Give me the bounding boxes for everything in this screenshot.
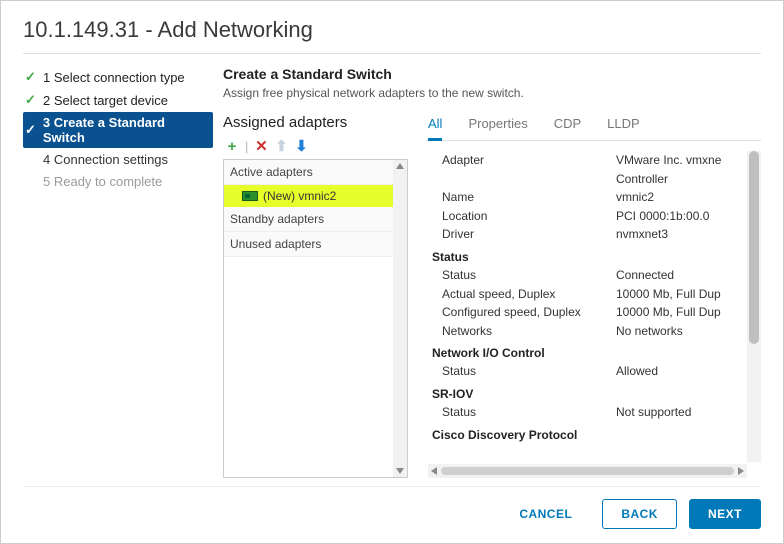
unused-adapters-header[interactable]: Unused adapters — [224, 232, 407, 257]
tab-properties[interactable]: Properties — [468, 114, 527, 140]
step-ready-to-complete: 5 Ready to complete — [23, 171, 213, 192]
details-vertical-scrollbar[interactable] — [747, 151, 761, 462]
check-icon: ✓ — [25, 122, 37, 138]
move-down-icon[interactable]: ⬇ — [292, 137, 310, 155]
step-create-standard-switch[interactable]: ✓3 Create a Standard Switch — [23, 112, 213, 148]
check-icon: ✓ — [25, 69, 37, 85]
panel-title: Create a Standard Switch — [223, 66, 761, 82]
active-adapters-header[interactable]: Active adapters — [224, 160, 407, 185]
next-button[interactable]: NEXT — [689, 499, 761, 529]
adapter-details-panel: All Properties CDP LLDP AdapterVMware In… — [426, 114, 761, 478]
wizard-steps: ✓1 Select connection type ✓2 Select targ… — [23, 66, 223, 478]
remove-icon[interactable]: ✕ — [252, 137, 270, 155]
section-nioc: Network I/O Control — [428, 340, 761, 362]
divider — [23, 53, 761, 54]
tab-cdp[interactable]: CDP — [554, 114, 581, 140]
adapters-listbox: Active adapters (New) vmnic2 Standby ada… — [223, 159, 408, 478]
tab-all[interactable]: All — [428, 114, 442, 141]
content-columns: Assigned adapters + | ✕ ⬆ ⬇ Active adapt… — [223, 114, 761, 478]
nic-icon — [242, 191, 258, 201]
section-cdp: Cisco Discovery Protocol — [428, 422, 761, 444]
details-tabs: All Properties CDP LLDP — [426, 114, 761, 141]
cancel-button[interactable]: CANCEL — [501, 500, 590, 528]
step-select-connection-type[interactable]: ✓1 Select connection type — [23, 66, 213, 88]
tab-lldp[interactable]: LLDP — [607, 114, 640, 140]
assigned-adapters-panel: Assigned adapters + | ✕ ⬆ ⬇ Active adapt… — [223, 114, 408, 478]
vertical-scrollbar[interactable] — [393, 160, 407, 477]
step-select-target-device[interactable]: ✓2 Select target device — [23, 89, 213, 111]
adapter-toolbar: + | ✕ ⬆ ⬇ — [223, 137, 408, 155]
standby-adapters-header[interactable]: Standby adapters — [224, 207, 407, 232]
back-button[interactable]: BACK — [602, 499, 677, 529]
assigned-adapters-title: Assigned adapters — [223, 114, 408, 131]
dialog-footer: CANCEL BACK NEXT — [23, 486, 761, 529]
move-up-icon: ⬆ — [272, 137, 290, 155]
details-horizontal-scrollbar[interactable] — [428, 464, 747, 478]
add-networking-dialog: 10.1.149.31 - Add Networking ✓1 Select c… — [0, 0, 784, 544]
dialog-title: 10.1.149.31 - Add Networking — [23, 17, 761, 43]
panel-description: Assign free physical network adapters to… — [223, 86, 761, 100]
details-content: AdapterVMware Inc. vmxne Controller Name… — [426, 141, 761, 478]
section-sriov: SR-IOV — [428, 381, 761, 403]
dialog-body: ✓1 Select connection type ✓2 Select targ… — [23, 66, 761, 478]
main-panel: Create a Standard Switch Assign free phy… — [223, 66, 761, 478]
add-icon[interactable]: + — [223, 137, 241, 155]
section-status: Status — [428, 244, 761, 266]
check-icon: ✓ — [25, 92, 37, 108]
adapter-row-vmnic2[interactable]: (New) vmnic2 — [224, 185, 407, 207]
step-connection-settings[interactable]: 4 Connection settings — [23, 149, 213, 170]
toolbar-divider: | — [245, 139, 248, 154]
